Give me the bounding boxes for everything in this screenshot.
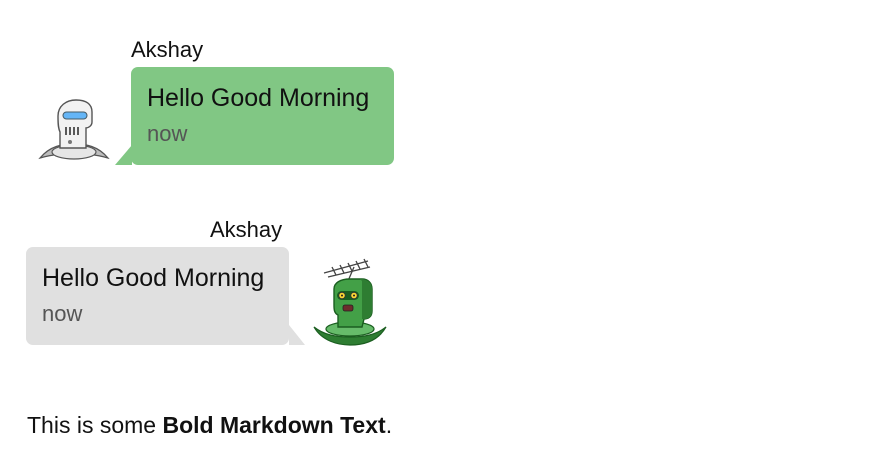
message-sender-name: Akshay	[131, 37, 204, 62]
markdown-bold-text: Bold Markdown Text	[162, 412, 386, 438]
white-robot-icon	[36, 96, 112, 166]
message-timestamp: now	[147, 121, 188, 146]
message-text: Hello Good Morning	[42, 264, 265, 292]
message-text: Hello Good Morning	[147, 84, 370, 112]
bubble-tail	[289, 325, 305, 345]
bubble-tail	[115, 145, 132, 165]
markdown-plain-text: This is some	[27, 412, 163, 438]
green-robot-icon	[310, 255, 390, 347]
message-timestamp: now	[42, 301, 83, 326]
markdown-text: This is some Bold Markdown Text.	[27, 411, 392, 439]
message-sender-name: Akshay	[210, 217, 283, 242]
message-bubble: Hello Good Morning now	[131, 67, 394, 165]
message-bubble: Hello Good Morning now	[26, 247, 289, 345]
markdown-suffix: .	[385, 412, 393, 438]
